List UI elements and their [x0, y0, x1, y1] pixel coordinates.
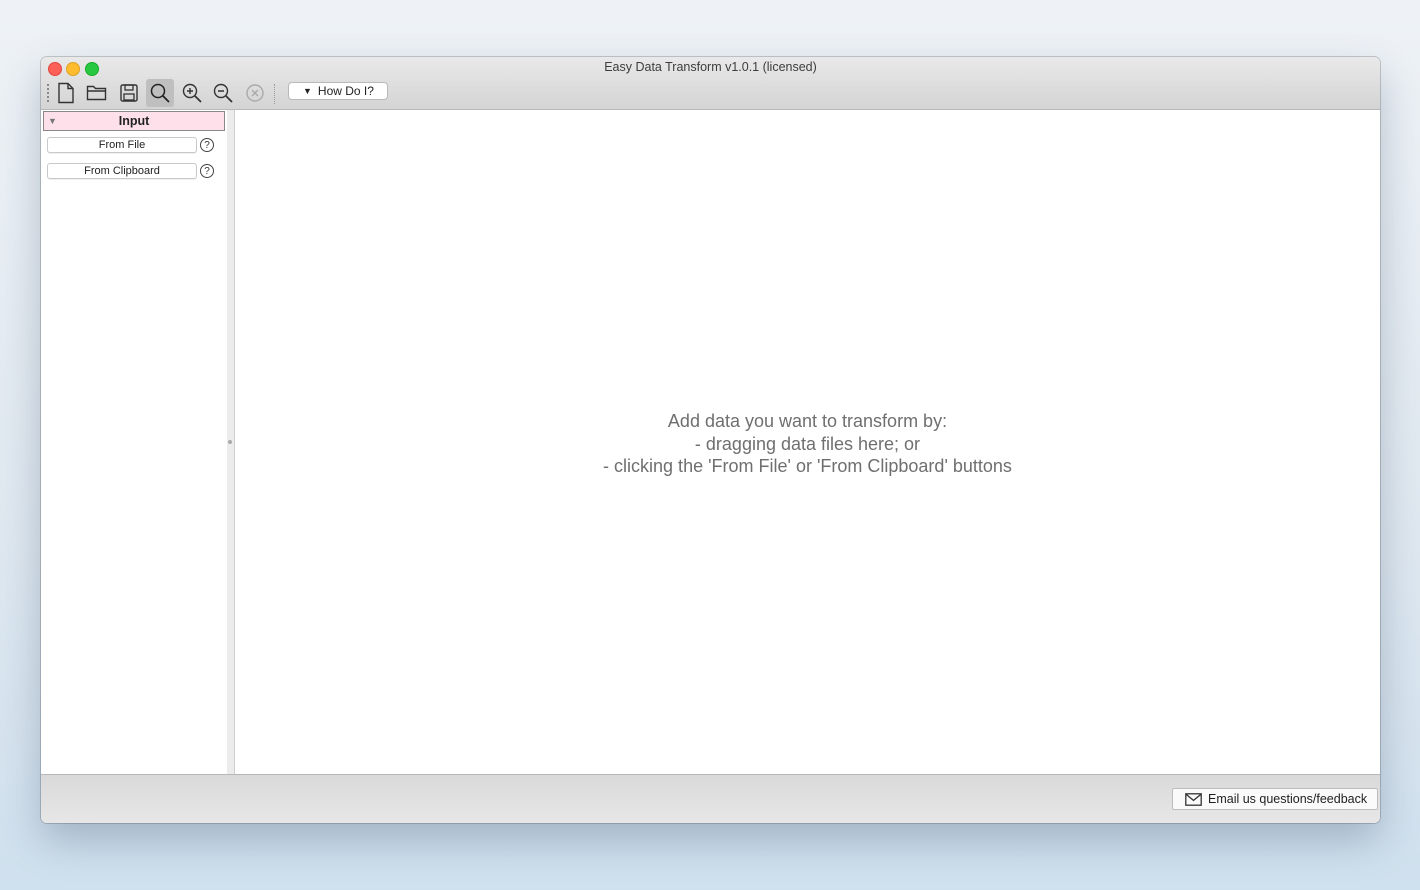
- open-folder-icon: [86, 85, 107, 101]
- drop-instruction-line: - dragging data files here; or: [694, 433, 921, 454]
- title-bar: Easy Data Transform v1.0.1 (licensed) ▼ …: [41, 57, 1380, 110]
- save-button[interactable]: [115, 79, 143, 107]
- from-file-help-icon[interactable]: ?: [200, 138, 214, 152]
- collapse-triangle-icon[interactable]: ▼: [48, 112, 57, 130]
- input-section-title: Input: [118, 114, 150, 128]
- search-button[interactable]: [146, 79, 174, 107]
- new-file-button[interactable]: [52, 79, 80, 107]
- toolbar-separator: [274, 84, 276, 104]
- zoom-in-button[interactable]: [178, 79, 206, 107]
- pane-splitter[interactable]: [227, 110, 235, 774]
- drop-instructions: Add data you want to transform by: - dra…: [235, 410, 1380, 478]
- input-section-header[interactable]: ▼ Input: [43, 111, 225, 131]
- drop-instruction-line: Add data you want to transform by:: [667, 411, 948, 431]
- email-feedback-button[interactable]: Email us questions/feedback: [1172, 788, 1378, 810]
- open-button[interactable]: [83, 79, 111, 107]
- zoom-out-icon: [213, 83, 233, 103]
- splitter-handle-icon[interactable]: [228, 440, 232, 444]
- zoom-in-icon: [182, 83, 202, 103]
- email-feedback-label: Email us questions/feedback: [1208, 792, 1368, 806]
- from-clipboard-button[interactable]: From Clipboard: [47, 163, 197, 179]
- toolbar-grip[interactable]: [47, 84, 49, 104]
- from-file-button[interactable]: From File: [47, 137, 197, 153]
- window-title: Easy Data Transform v1.0.1 (licensed): [604, 60, 817, 74]
- envelope-icon: [1185, 792, 1202, 806]
- save-icon: [120, 84, 138, 102]
- how-do-i-label: How Do I?: [317, 84, 374, 98]
- dropdown-arrow-icon: ▼: [303, 86, 312, 96]
- zoom-out-button[interactable]: [209, 79, 237, 107]
- how-do-i-dropdown[interactable]: ▼ How Do I?: [288, 82, 388, 100]
- search-icon: [150, 83, 170, 103]
- new-file-icon: [58, 82, 74, 104]
- from-clipboard-help-icon[interactable]: ?: [200, 164, 214, 178]
- drop-area[interactable]: Add data you want to transform by: - dra…: [235, 110, 1380, 774]
- clear-icon: [246, 84, 264, 102]
- drop-instruction-line: - clicking the 'From File' or 'From Clip…: [603, 456, 1012, 476]
- sidebar: ▼ Input From File ? From Clipboard ?: [41, 110, 228, 774]
- clear-button[interactable]: [241, 79, 269, 107]
- status-bar: Email us questions/feedback: [41, 774, 1380, 823]
- app-window: Easy Data Transform v1.0.1 (licensed) ▼ …: [41, 57, 1380, 823]
